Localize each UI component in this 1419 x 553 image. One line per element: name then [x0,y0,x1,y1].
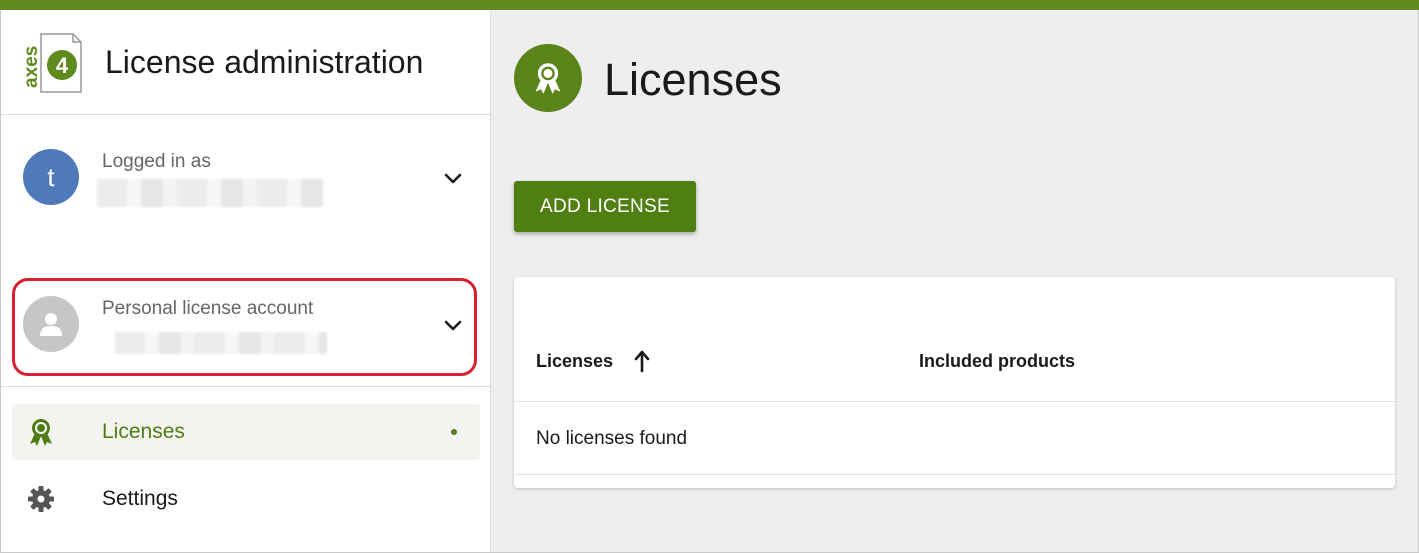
app-title: License administration [105,44,424,80]
page-title: Licenses [604,54,782,105]
account-label: Personal license account [102,298,314,319]
award-ribbon-icon [535,63,561,94]
sidebar-item-licenses[interactable]: Licenses [12,404,480,460]
sidebar-item-label: Settings [102,487,178,510]
sort-ascending-icon[interactable] [632,349,652,373]
redacted-account-name [115,332,327,354]
sidebar-divider [1,386,490,387]
redacted-user-name [97,179,323,207]
row-divider [514,474,1395,475]
logo-digit: 4 [56,53,69,78]
logo-text: axes [21,46,42,88]
award-ribbon-icon [30,419,52,446]
person-icon [40,313,62,336]
column-header-licenses[interactable]: Licenses [536,351,613,372]
active-indicator-dot [451,429,457,435]
axes4-logo: 4 axes [21,33,82,93]
page-icon-badge [514,44,582,112]
column-header-included-products[interactable]: Included products [919,351,1075,372]
add-license-button[interactable]: ADD LICENSE [514,181,696,232]
header-divider [514,401,1395,402]
sidebar-item-label: Licenses [102,420,185,443]
license-account-switcher[interactable]: Personal license account [23,296,473,356]
top-accent-bar [0,0,1419,10]
chevron-down-icon[interactable] [441,314,465,338]
brand-header: 4 axes License administration [1,10,490,115]
logged-in-label: Logged in as [102,151,211,172]
sidebar-item-settings[interactable]: Settings [12,471,480,527]
user-switcher[interactable]: t Logged in as [23,149,473,209]
chevron-down-icon[interactable] [441,167,465,191]
gear-icon [28,486,54,512]
licenses-table: Licenses Included products No licenses f… [514,277,1395,488]
sidebar: 4 axes License administration t Logged i… [1,10,491,552]
account-avatar [23,296,79,352]
user-avatar: t [23,149,79,205]
main-content: Licenses ADD LICENSE Licenses Included p… [491,10,1418,552]
empty-message: No licenses found [536,428,688,449]
